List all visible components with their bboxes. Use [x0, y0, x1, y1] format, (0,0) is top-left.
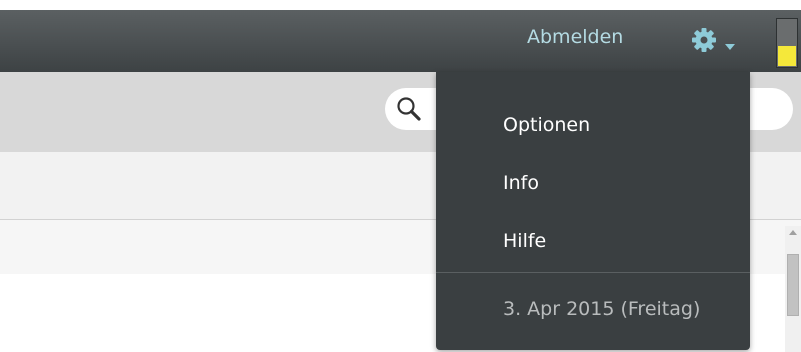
search-icon [397, 97, 421, 121]
menu-divider [436, 272, 750, 273]
menu-item-info[interactable]: Info [436, 156, 750, 214]
menu-item-label: Info [503, 172, 539, 194]
menu-item-help[interactable]: Hilfe [436, 214, 750, 272]
vertical-scrollbar[interactable] [785, 226, 801, 352]
caret-down-icon [725, 44, 735, 50]
settings-menu-button[interactable] [689, 25, 737, 57]
top-bar: Abmelden [0, 10, 801, 72]
scroll-up-arrow-icon[interactable] [789, 230, 797, 235]
menu-item-label: Hilfe [503, 230, 547, 252]
gear-icon [692, 28, 716, 52]
current-date: 3. Apr 2015 (Freitag) [503, 298, 701, 320]
menu-item-label: Optionen [503, 114, 591, 136]
logout-link[interactable]: Abmelden [527, 26, 623, 48]
menu-item-options[interactable]: Optionen [436, 98, 750, 156]
battery-indicator [776, 18, 798, 68]
settings-dropdown-menu: Optionen Info Hilfe 3. Apr 2015 (Freitag… [436, 72, 750, 350]
scroll-thumb[interactable] [787, 254, 799, 316]
battery-level-fill [778, 46, 796, 66]
